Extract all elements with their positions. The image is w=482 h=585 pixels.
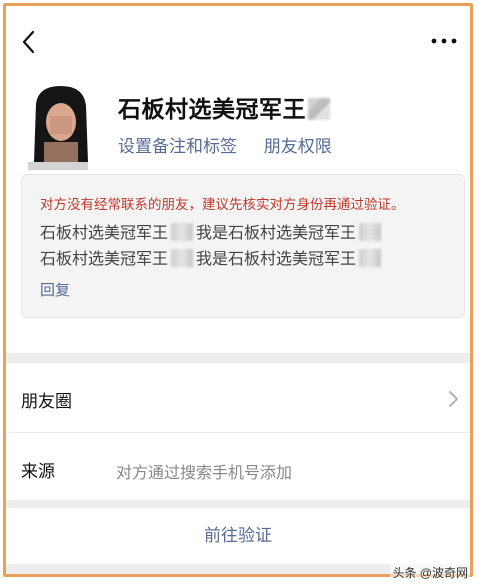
- section-divider: [6, 353, 470, 363]
- blurred-name-suffix: [308, 98, 330, 120]
- top-bar: [6, 6, 470, 76]
- source-value: 对方通过搜索手机号添加: [116, 465, 293, 482]
- contact-name: 石板村选美冠军王: [118, 90, 330, 124]
- profile-header: 石板村选美冠军王 设置备注和标签 朋友权限: [6, 76, 470, 176]
- chevron-left-icon[interactable]: [16, 28, 44, 56]
- source-label: 来源: [21, 462, 55, 481]
- source-row: 来源 对方通过搜索手机号添加: [6, 433, 470, 503]
- go-verify-button[interactable]: 前往验证: [6, 508, 470, 564]
- verification-message: 石板村选美冠军王 我是石板村选美冠军王: [40, 245, 384, 269]
- blurred-text: [171, 223, 194, 241]
- blurred-text: [359, 249, 382, 267]
- friend-permission-link[interactable]: 朋友权限: [264, 137, 332, 156]
- message-text: 我是石板村选美冠军王: [196, 251, 357, 268]
- contact-verification-screen: 石板村选美冠军王 设置备注和标签 朋友权限 对方没有经常联系的朋友，建议先核实对…: [3, 3, 473, 577]
- verification-message: 石板村选美冠军王 我是石板村选美冠军王: [40, 219, 384, 243]
- section-divider: [6, 500, 470, 508]
- profile-links: 设置备注和标签 朋友权限: [118, 132, 354, 157]
- blurred-text: [359, 223, 382, 241]
- message-sender: 石板村选美冠军王: [40, 251, 169, 268]
- message-sender: 石板村选美冠军王: [40, 225, 169, 242]
- avatar[interactable]: [28, 84, 94, 170]
- reply-link[interactable]: 回复: [40, 279, 70, 300]
- moments-label: 朋友圈: [21, 392, 72, 411]
- blurred-text: [171, 249, 194, 267]
- verification-warning: 对方没有经常联系的朋友，建议先核实对方身份再通过验证。: [40, 197, 405, 212]
- message-text: 我是石板村选美冠军王: [196, 225, 357, 242]
- contact-name-text: 石板村选美冠军王: [118, 96, 306, 122]
- more-dots-icon[interactable]: [428, 32, 460, 50]
- moments-row[interactable]: 朋友圈: [6, 363, 470, 433]
- verification-message-box: 对方没有经常联系的朋友，建议先核实对方身份再通过验证。 石板村选美冠军王我是石板…: [21, 174, 465, 318]
- watermark: 头条 @波奇网: [390, 564, 470, 581]
- set-remark-link[interactable]: 设置备注和标签: [118, 137, 237, 156]
- chevron-right-icon: [449, 391, 458, 407]
